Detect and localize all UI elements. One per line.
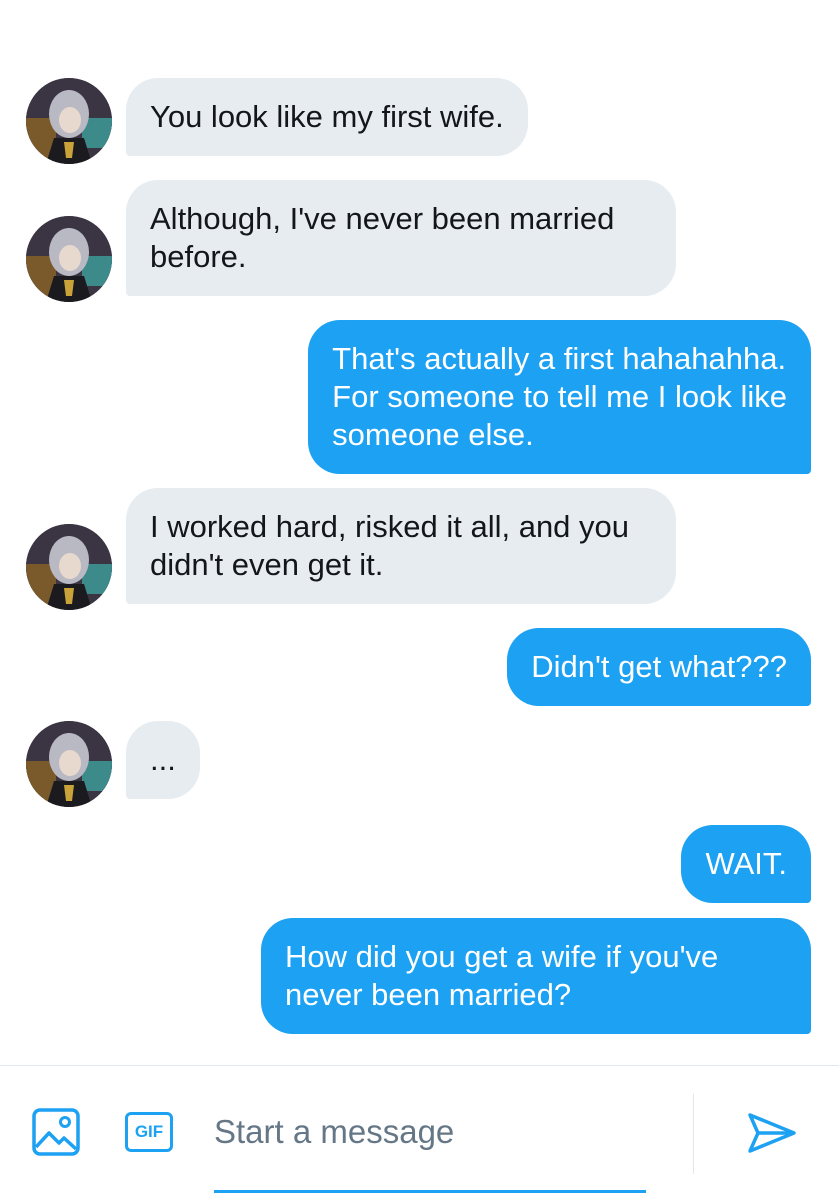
- message-composer: GIF: [0, 1065, 839, 1200]
- avatar-image: [26, 721, 112, 807]
- gif-icon: GIF: [125, 1112, 173, 1152]
- avatar[interactable]: [26, 216, 112, 302]
- avatar-image: [26, 216, 112, 302]
- message-bubble[interactable]: WAIT.: [681, 825, 811, 903]
- gif-button[interactable]: GIF: [123, 1111, 175, 1153]
- message-bubble[interactable]: Didn't get what???: [507, 628, 811, 706]
- message-bubble[interactable]: Although, I've never been married before…: [126, 180, 676, 296]
- avatar[interactable]: [26, 524, 112, 610]
- avatar[interactable]: [26, 721, 112, 807]
- composer-divider: [693, 1094, 694, 1174]
- avatar[interactable]: [26, 78, 112, 164]
- message-bubble[interactable]: I worked hard, risked it all, and you di…: [126, 488, 676, 604]
- message-bubble[interactable]: That's actually a first hahahahha. For s…: [308, 320, 811, 474]
- message-bubble[interactable]: ...: [126, 721, 200, 799]
- image-icon[interactable]: [30, 1106, 82, 1158]
- conversation-view: You look like my first wife. Although, I…: [0, 0, 839, 1065]
- message-bubble[interactable]: You look like my first wife.: [126, 78, 528, 156]
- input-focus-underline: [214, 1190, 646, 1193]
- image-icon-graphic: [32, 1108, 80, 1156]
- avatar-image: [26, 78, 112, 164]
- send-button[interactable]: [744, 1108, 800, 1158]
- message-input[interactable]: [214, 1104, 646, 1160]
- avatar-image: [26, 524, 112, 610]
- send-icon: [748, 1113, 796, 1153]
- message-bubble[interactable]: How did you get a wife if you've never b…: [261, 918, 811, 1034]
